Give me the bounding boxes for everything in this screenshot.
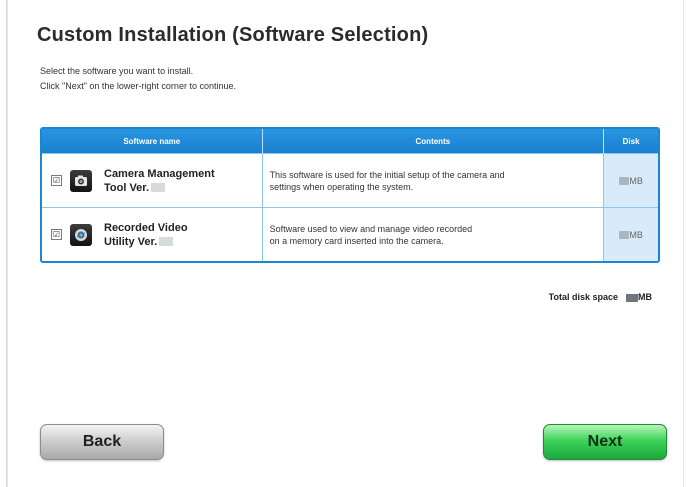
software-table: Software name Contents Disk ☑ Camera Man…	[40, 127, 660, 263]
camera-icon	[70, 169, 92, 192]
column-header-software-name: Software name	[42, 129, 263, 154]
software-contents: This software is used for the initial se…	[269, 169, 505, 192]
disk-size: MB	[603, 207, 658, 261]
total-disk-space: Total disk space MB	[549, 292, 652, 302]
redacted-size	[619, 177, 630, 186]
redacted-size	[619, 231, 630, 240]
instructions: Select the software you want to install.…	[40, 64, 236, 94]
window-left-border	[6, 0, 8, 487]
row-checkbox-camera-management[interactable]: ☑	[51, 175, 62, 186]
redacted-version	[159, 237, 174, 247]
software-name: Camera Management Tool Ver.	[104, 167, 215, 194]
instruction-line-2: Click "Next" on the lower-right corner t…	[40, 81, 236, 91]
page-title: Custom Installation (Software Selection)	[37, 24, 429, 46]
disk-size: MB	[603, 153, 658, 208]
back-button[interactable]: Back	[40, 424, 164, 460]
redacted-total-size	[626, 293, 638, 302]
table-row: ☑ Camera Management Tool Ver. This softw…	[42, 153, 658, 208]
video-disc-icon	[70, 223, 92, 246]
window-right-border	[683, 0, 684, 487]
software-name: Recorded Video Utility Ver.	[104, 221, 188, 248]
table-row: ☑ Recorded Video Utility Ver. Software u…	[42, 207, 658, 261]
total-disk-space-unit: MB	[638, 292, 652, 302]
next-button[interactable]: Next	[543, 424, 667, 460]
column-header-contents: Contents	[262, 129, 605, 154]
redacted-version	[151, 183, 166, 193]
instruction-line-1: Select the software you want to install.	[40, 66, 194, 76]
row-checkbox-recorded-video[interactable]: ☑	[51, 229, 62, 240]
software-contents: Software used to view and manage video r…	[269, 223, 473, 246]
column-header-disk: Disk	[603, 129, 658, 154]
total-disk-space-label: Total disk space	[548, 292, 618, 302]
